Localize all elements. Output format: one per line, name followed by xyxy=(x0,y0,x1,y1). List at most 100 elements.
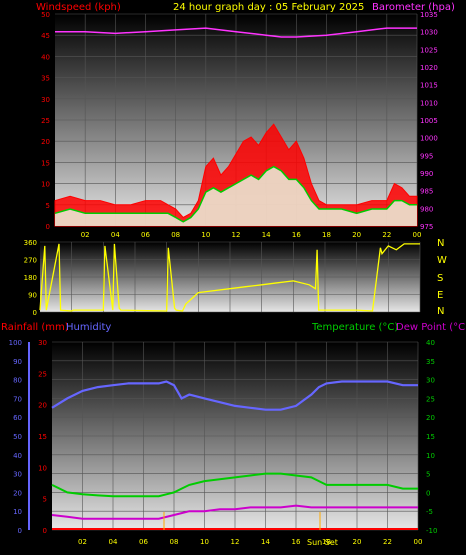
wind-x-tick-label: 14 xyxy=(262,231,271,239)
barometer-tick-label: 990 xyxy=(420,170,433,178)
windspeed-tick-label: 15 xyxy=(41,159,50,167)
humidity-tick-label: 80 xyxy=(13,377,22,385)
wind-x-tick-label: 04 xyxy=(111,231,120,239)
weather-x-axis: 02 04 06 08 10 12 14 16 18 20 22 00 xyxy=(78,538,422,546)
rainfall-tick-label: 10 xyxy=(38,464,47,472)
humidity-tick-label: 20 xyxy=(13,489,22,497)
windspeed-tick-label: 35 xyxy=(41,75,50,83)
rainfall-axis-title: Rainfall (mm) xyxy=(1,322,69,333)
humidity-tick-label: 50 xyxy=(13,433,22,441)
wind-x-tick-label: 10 xyxy=(201,231,210,239)
barometer-tick-label: 1020 xyxy=(420,64,438,72)
wind-x-tick-label: 18 xyxy=(322,231,331,239)
rainfall-tick-label: 25 xyxy=(38,370,47,378)
rainfall-y-axis: 0 5 10 15 20 25 30 xyxy=(38,339,47,535)
wind-x-tick-label: 16 xyxy=(292,231,301,239)
temperature-tick-label: 20 xyxy=(426,414,435,422)
rainfall-tick-label: 30 xyxy=(38,339,47,347)
barometer-axis-title: Barometer (hpa) xyxy=(372,2,455,13)
barometer-tick-label: 1005 xyxy=(420,117,438,125)
rainfall-tick-label: 0 xyxy=(43,527,47,535)
barometer-tick-label: 1035 xyxy=(420,11,438,19)
barometer-tick-label: 1030 xyxy=(420,29,438,37)
humidity-tick-label: 100 xyxy=(9,339,22,347)
sunset-label: Sun Set xyxy=(307,538,338,547)
direction-tick-label: 90 xyxy=(28,292,37,300)
temperature-tick-label: 15 xyxy=(426,433,435,441)
dew-point-axis-title: Dew Point (°C) xyxy=(396,322,466,333)
compass-label: E xyxy=(437,290,443,301)
weather-chart-svg: Windspeed (kph) 24 hour graph day : 05 F… xyxy=(1,2,466,547)
direction-tick-label: 270 xyxy=(24,257,37,265)
humidity-tick-label: 90 xyxy=(13,358,22,366)
compass-label: N xyxy=(437,238,444,249)
rainfall-tick-label: 15 xyxy=(38,433,47,441)
weather-x-tick-label: 04 xyxy=(109,538,118,546)
temperature-tick-label: -10 xyxy=(426,527,437,535)
windspeed-tick-label: 50 xyxy=(41,11,50,19)
temperature-tick-label: 25 xyxy=(426,395,435,403)
temperature-tick-label: 40 xyxy=(426,339,435,347)
barometer-tick-label: 980 xyxy=(420,205,433,213)
barometer-tick-label: 1010 xyxy=(420,99,438,107)
humidity-tick-label: 30 xyxy=(13,471,22,479)
compass-labels: NWSEN xyxy=(437,238,447,317)
humidity-tick-label: 60 xyxy=(13,414,22,422)
temperature-y-axis: -10 -5 0 5 10 15 20 25 30 35 40 xyxy=(426,339,437,535)
compass-label: W xyxy=(437,255,447,266)
temperature-axis-title: Temperature (°C) xyxy=(311,322,398,333)
direction-tick-label: 0 xyxy=(33,309,37,317)
weather-x-tick-label: 14 xyxy=(261,538,270,546)
humidity-axis-title: Humidity xyxy=(66,322,111,333)
chart-title: 24 hour graph day : 05 February 2025 xyxy=(173,2,364,13)
humidity-tick-label: 0 xyxy=(18,527,22,535)
windspeed-tick-label: 0 xyxy=(46,223,50,231)
humidity-tick-label: 10 xyxy=(13,508,22,516)
weather-x-tick-label: 06 xyxy=(139,538,148,546)
rainfall-tick-label: 20 xyxy=(38,402,47,410)
barometer-y-axis: 975 980 985 990 995 1000 1005 1010 1015 1020 1025 1… xyxy=(420,11,438,231)
wind-x-axis: 02 04 06 08 10 12 14 16 18 20 22 00 xyxy=(81,231,422,239)
barometer-tick-label: 1015 xyxy=(420,82,438,90)
barometer-tick-label: 1025 xyxy=(420,46,438,54)
wind-x-tick-label: 20 xyxy=(352,231,361,239)
barometer-tick-label: 995 xyxy=(420,152,433,160)
wind-x-tick-label: 08 xyxy=(171,231,180,239)
wind-x-tick-label: 02 xyxy=(81,231,90,239)
temperature-tick-label: -5 xyxy=(426,508,433,516)
direction-tick-label: 360 xyxy=(24,239,37,247)
weather-x-tick-label: 12 xyxy=(231,538,240,546)
weather-x-tick-label: 20 xyxy=(353,538,362,546)
weather-x-tick-label: 08 xyxy=(170,538,179,546)
temperature-tick-label: 0 xyxy=(426,489,430,497)
temperature-tick-label: 30 xyxy=(426,377,435,385)
temperature-tick-label: 35 xyxy=(426,358,435,366)
wind-x-tick-label: 06 xyxy=(141,231,150,239)
temperature-tick-label: 10 xyxy=(426,452,435,460)
weather-x-tick-label: 00 xyxy=(414,538,423,546)
barometer-tick-label: 1000 xyxy=(420,135,438,143)
barometer-tick-label: 975 xyxy=(420,223,433,231)
windspeed-tick-label: 20 xyxy=(41,138,50,146)
wind-x-tick-label: 00 xyxy=(413,231,422,239)
barometer-tick-label: 985 xyxy=(420,188,433,196)
windspeed-tick-label: 30 xyxy=(41,96,50,104)
rainfall-tick-label: 5 xyxy=(43,496,47,504)
windspeed-tick-label: 10 xyxy=(41,181,50,189)
windspeed-tick-label: 5 xyxy=(46,202,50,210)
windspeed-tick-label: 40 xyxy=(41,53,50,61)
temperature-tick-label: 5 xyxy=(426,471,430,479)
compass-label: S xyxy=(437,273,443,284)
direction-y-axis: 0 90 180 270 360 xyxy=(24,239,37,317)
weather-x-tick-label: 16 xyxy=(292,538,301,546)
humidity-tick-label: 40 xyxy=(13,452,22,460)
windspeed-y-axis: 0 5 10 15 20 25 30 35 40 45 50 xyxy=(41,11,50,231)
windspeed-tick-label: 25 xyxy=(41,117,50,125)
humidity-y-axis: 0 10 20 30 40 50 60 70 80 90 100 xyxy=(9,339,22,535)
direction-tick-label: 180 xyxy=(24,274,37,282)
windspeed-tick-label: 45 xyxy=(41,32,50,40)
humidity-tick-label: 70 xyxy=(13,395,22,403)
compass-label: N xyxy=(437,306,444,317)
weather-x-tick-label: 22 xyxy=(383,538,392,546)
weather-x-tick-label: 10 xyxy=(200,538,209,546)
